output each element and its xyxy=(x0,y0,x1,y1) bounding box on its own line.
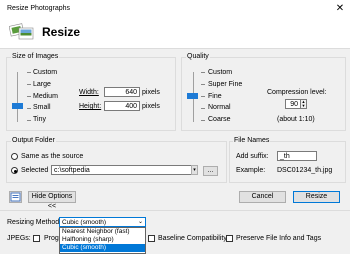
compression-spinner[interactable]: ▲ ▼ xyxy=(301,99,307,109)
quality-group-label: Quality xyxy=(186,53,210,60)
quality-tick xyxy=(201,120,205,121)
compression-note: (about 1:10) xyxy=(277,116,315,123)
quality-level-fine[interactable]: Fine xyxy=(208,93,222,100)
folder-path-dropdown[interactable]: ▾ xyxy=(191,165,198,175)
height-input[interactable]: 400 xyxy=(104,101,140,111)
preserve-info-checkbox[interactable] xyxy=(226,235,233,242)
quality-tick xyxy=(201,96,205,97)
example-value: DSC01234_th.jpg xyxy=(277,167,333,174)
resizing-method-value: Cubic (smooth) xyxy=(62,219,107,226)
quality-tick xyxy=(201,108,205,109)
size-tick xyxy=(27,84,31,85)
output-folder-label: Output Folder xyxy=(11,137,56,144)
resizing-method-select[interactable]: Cubic (smooth) ⌄ xyxy=(59,217,146,227)
width-unit: pixels xyxy=(142,89,160,96)
compression-label: Compression level: xyxy=(267,89,327,96)
progressive-label[interactable]: Prog xyxy=(44,235,59,242)
size-tick xyxy=(27,72,31,73)
size-level-small[interactable]: Small xyxy=(33,104,51,111)
preserve-info-label[interactable]: Preserve File Info and Tags xyxy=(236,235,321,242)
help-icon[interactable] xyxy=(9,191,22,203)
size-group-label: Size of Images xyxy=(11,53,60,60)
height-label: Height: xyxy=(79,103,102,110)
resize-button[interactable]: Resize xyxy=(293,191,340,203)
quality-tick xyxy=(201,72,205,73)
same-as-source-label[interactable]: Same as the source xyxy=(21,153,83,160)
options-separator xyxy=(0,210,350,211)
chevron-down-icon: ⌄ xyxy=(138,219,144,225)
title-bar: Resize Photographs ✕ xyxy=(0,0,350,18)
example-label: Example: xyxy=(236,167,266,174)
window-title: Resize Photographs xyxy=(7,5,71,12)
file-names-group xyxy=(229,141,346,183)
quality-level-coarse[interactable]: Coarse xyxy=(208,116,231,123)
size-level-custom[interactable]: Custom xyxy=(33,69,57,76)
folder-path-input[interactable]: c:\softpedia xyxy=(51,165,195,175)
size-slider-thumb[interactable] xyxy=(12,103,23,109)
page-heading: Resize xyxy=(42,25,81,39)
quality-level-super-fine[interactable]: Super Fine xyxy=(208,81,242,88)
size-level-large[interactable]: Large xyxy=(33,81,51,88)
cancel-button[interactable]: Cancel xyxy=(239,191,286,203)
output-folder-group xyxy=(6,141,227,183)
add-suffix-label: Add suffix: xyxy=(236,153,269,160)
quality-level-custom[interactable]: Custom xyxy=(208,69,232,76)
quality-level-normal[interactable]: Normal xyxy=(208,104,231,111)
baseline-checkbox[interactable] xyxy=(148,235,155,242)
jpegs-label: JPEGs: xyxy=(7,235,31,242)
file-names-label: File Names xyxy=(233,137,271,144)
selected-folder-label[interactable]: Selected xyxy=(21,167,48,174)
dropdown-option-cubic[interactable]: Cubic (smooth) xyxy=(60,244,145,252)
baseline-label[interactable]: Baseline Compatibility xyxy=(158,235,227,242)
resizing-method-label: Resizing Method xyxy=(7,219,60,226)
close-icon[interactable]: ✕ xyxy=(332,1,348,17)
height-unit: pixels xyxy=(142,103,160,110)
compression-input[interactable]: 90 xyxy=(285,99,301,109)
header-banner: Resize xyxy=(0,18,350,49)
size-tick xyxy=(27,108,31,109)
width-label: Width: xyxy=(79,89,99,96)
size-slider-track xyxy=(17,72,18,122)
progressive-checkbox[interactable] xyxy=(33,235,40,242)
same-as-source-radio[interactable] xyxy=(11,153,18,160)
size-tick xyxy=(27,96,31,97)
suffix-input[interactable]: _th xyxy=(277,151,317,161)
browse-button[interactable]: ... xyxy=(203,166,218,176)
dropdown-option-halftoning[interactable]: Halftoning (sharp) xyxy=(60,236,145,244)
size-tick xyxy=(27,120,31,121)
quality-slider-thumb[interactable] xyxy=(187,93,198,99)
size-level-tiny[interactable]: Tiny xyxy=(33,116,46,123)
photos-icon xyxy=(9,23,34,40)
size-level-medium[interactable]: Medium xyxy=(33,93,58,100)
width-input[interactable]: 640 xyxy=(104,87,140,97)
dropdown-option-nearest[interactable]: Nearest Neighbor (fast) xyxy=(60,228,145,236)
quality-tick xyxy=(201,84,205,85)
selected-folder-radio[interactable] xyxy=(11,167,18,174)
resizing-method-dropdown: Nearest Neighbor (fast) Halftoning (shar… xyxy=(59,227,146,254)
hide-options-button[interactable]: Hide Options << xyxy=(28,191,76,210)
